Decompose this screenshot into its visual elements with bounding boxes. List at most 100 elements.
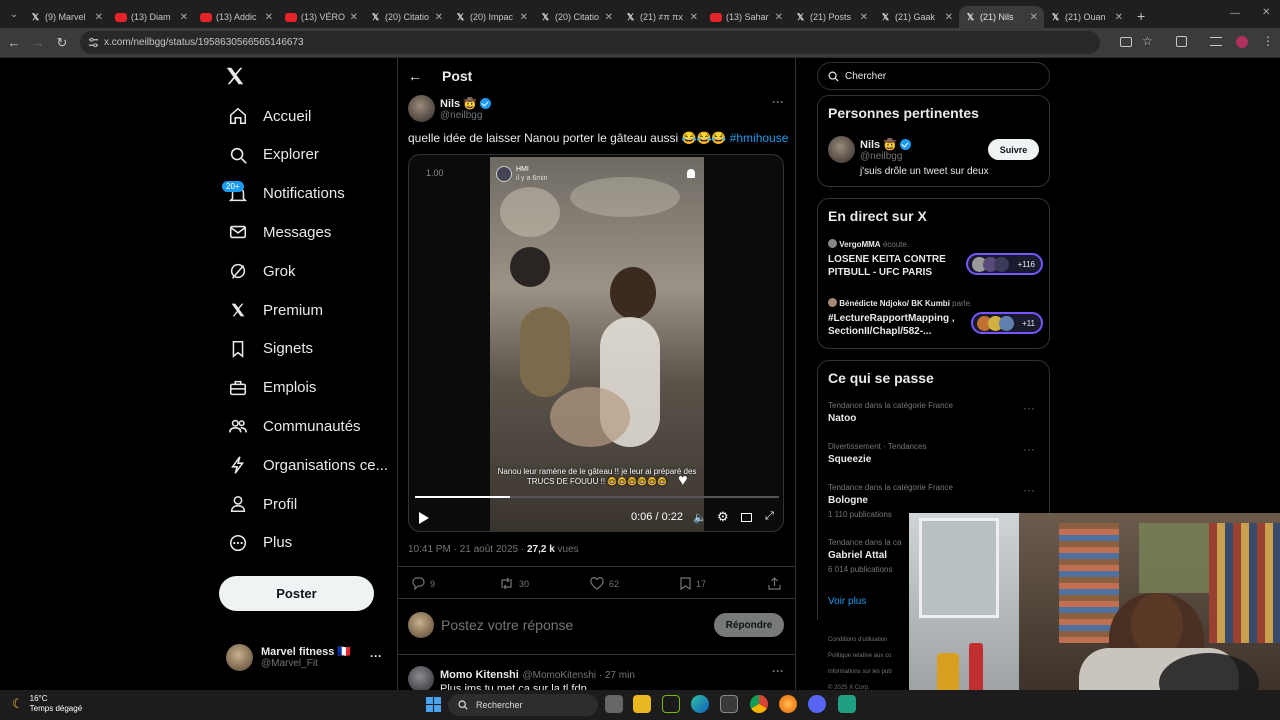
- x-logo-icon[interactable]: [224, 65, 246, 87]
- live-item[interactable]: Bénédicte Ndjoko/ BK Kumbi parle. #Lectu…: [828, 298, 1043, 338]
- browser-tab[interactable]: 𝕏 (20) Citatio ✕: [364, 6, 449, 28]
- browser-tab[interactable]: (13) Addic ✕: [194, 6, 279, 28]
- more-options-icon[interactable]: ···: [772, 664, 784, 678]
- footer-link[interactable]: Conditions d'utilisation: [828, 632, 918, 648]
- browser-tab[interactable]: 𝕏 (21) ≠π πx ✕: [619, 6, 704, 28]
- more-icon[interactable]: ···: [370, 649, 382, 663]
- live-item[interactable]: VergoMMA écoute. LOSENE KEITA CONTRE PIT…: [828, 239, 1043, 279]
- store-icon[interactable]: [720, 695, 738, 713]
- nav-item-accueil[interactable]: Accueil: [219, 98, 311, 134]
- back-button[interactable]: ←: [2, 35, 26, 50]
- back-arrow-icon[interactable]: ←: [408, 68, 422, 84]
- nav-item-messages[interactable]: Messages: [219, 214, 331, 250]
- nav-item-emplois[interactable]: Emplois: [219, 370, 316, 406]
- close-tab-icon[interactable]: ✕: [180, 12, 188, 23]
- window-minimize-button[interactable]: —: [1230, 8, 1240, 19]
- follow-button[interactable]: Suivre: [988, 139, 1039, 160]
- share-action[interactable]: [768, 577, 781, 590]
- nav-item-communautés[interactable]: Communautés: [219, 408, 361, 444]
- new-tab-button[interactable]: +: [1137, 8, 1145, 24]
- reply-input[interactable]: Postez votre réponse: [441, 617, 573, 633]
- settings-gear-icon[interactable]: ⚙: [717, 509, 729, 525]
- file-explorer-icon[interactable]: [633, 695, 651, 713]
- nav-item-signets[interactable]: Signets: [219, 331, 313, 367]
- avatar[interactable]: [828, 136, 855, 163]
- person-handle[interactable]: @neilbgg: [860, 151, 989, 162]
- close-tab-icon[interactable]: ✕: [860, 12, 868, 23]
- fullscreen-icon[interactable]: ⤢: [765, 510, 774, 523]
- footer-link[interactable]: informations sur les pub: [828, 664, 918, 680]
- firefox-icon[interactable]: [779, 695, 797, 713]
- close-tab-icon[interactable]: ✕: [945, 12, 953, 23]
- profile-avatar[interactable]: [1236, 36, 1248, 48]
- reply-button[interactable]: Répondre: [714, 613, 784, 637]
- nav-item-profil[interactable]: Profil: [219, 486, 297, 522]
- close-tab-icon[interactable]: ✕: [265, 12, 273, 23]
- close-tab-icon[interactable]: ✕: [435, 12, 443, 23]
- close-tab-icon[interactable]: ✕: [605, 12, 613, 23]
- browser-tab[interactable]: (13) Sahar ✕: [704, 6, 789, 28]
- browser-tab[interactable]: 𝕏 (21) Gaak ✕: [874, 6, 959, 28]
- nvidia-icon[interactable]: [662, 695, 680, 713]
- install-icon[interactable]: [1120, 37, 1132, 47]
- menu-kebab-icon[interactable]: ⋮: [1262, 34, 1274, 48]
- close-tab-icon[interactable]: ✕: [690, 12, 698, 23]
- chrome-icon[interactable]: [750, 695, 768, 713]
- browser-tab[interactable]: (13) VÉRO ✕: [279, 6, 364, 28]
- more-options-icon[interactable]: ···: [1023, 483, 1035, 497]
- picture-in-picture-icon[interactable]: [741, 513, 752, 522]
- reading-list-icon[interactable]: [1210, 37, 1222, 46]
- browser-tab[interactable]: 𝕏 (21) Posts ✕: [789, 6, 874, 28]
- reply-author-handle[interactable]: @MomoKitenshi · 27 min: [522, 670, 634, 681]
- like-action[interactable]: 62: [590, 577, 619, 590]
- author-name[interactable]: Nils 🤠: [440, 98, 477, 110]
- close-tab-icon[interactable]: ✕: [775, 12, 783, 23]
- reload-button[interactable]: ↻: [50, 35, 74, 51]
- discord-icon[interactable]: [808, 695, 826, 713]
- browser-tab[interactable]: 𝕏 (20) Impac ✕: [449, 6, 534, 28]
- taskbar-search[interactable]: Rechercher: [448, 694, 598, 716]
- author-handle[interactable]: @neilbgg: [440, 110, 491, 121]
- reply-action[interactable]: 9: [411, 577, 435, 590]
- video-player[interactable]: 1.00 HMI il y a 6min Nanou leur ramène d…: [408, 154, 784, 532]
- site-info-icon[interactable]: [88, 37, 99, 48]
- bookmark-star-icon[interactable]: ☆: [1142, 34, 1153, 48]
- browser-tab[interactable]: 𝕏 (9) Marvel ✕: [24, 6, 109, 28]
- tab-list-button[interactable]: ⌄: [4, 9, 24, 20]
- close-tab-icon[interactable]: ✕: [1115, 12, 1123, 23]
- close-tab-icon[interactable]: ✕: [350, 12, 358, 23]
- bookmark-action[interactable]: 17: [680, 577, 706, 590]
- start-windows-icon[interactable]: [426, 697, 441, 712]
- nav-item-plus[interactable]: Plus: [219, 525, 292, 561]
- task-view-icon[interactable]: [605, 695, 623, 713]
- avatar[interactable]: [408, 95, 435, 122]
- app-icon[interactable]: [838, 695, 856, 713]
- close-tab-icon[interactable]: ✕: [95, 12, 103, 23]
- nav-item-explorer[interactable]: Explorer: [219, 137, 319, 173]
- post-button[interactable]: Poster: [219, 576, 374, 611]
- address-bar[interactable]: x.com/neilbgg/status/1958630566565146673: [80, 31, 1100, 54]
- edge-icon[interactable]: [691, 695, 709, 713]
- footer-link[interactable]: Politique relative aux co: [828, 648, 918, 664]
- play-icon[interactable]: [419, 512, 429, 524]
- browser-tab[interactable]: 𝕏 (21) Nils ✕: [959, 6, 1044, 28]
- account-switcher[interactable]: Marvel fitness 🇫🇷 @Marvel_Fit ···: [226, 644, 386, 674]
- more-options-icon[interactable]: ···: [772, 95, 784, 109]
- forward-button[interactable]: →: [26, 35, 50, 50]
- search-input[interactable]: Chercher: [817, 62, 1050, 90]
- window-close-button[interactable]: ✕: [1262, 7, 1270, 18]
- browser-tab[interactable]: 𝕏 (20) Citatio ✕: [534, 6, 619, 28]
- close-tab-icon[interactable]: ✕: [520, 12, 528, 23]
- close-tab-icon[interactable]: ✕: [1030, 12, 1038, 23]
- see-more-link[interactable]: Voir plus: [828, 596, 866, 607]
- reply-author-name[interactable]: Momo Kitenshi: [440, 669, 519, 681]
- browser-tab[interactable]: (13) Diam ✕: [109, 6, 194, 28]
- trend-item[interactable]: Divertissement · Tendances Squeezie ···: [828, 442, 1041, 465]
- extensions-icon[interactable]: [1176, 36, 1187, 47]
- repost-action[interactable]: 30: [499, 577, 529, 590]
- more-options-icon[interactable]: ···: [1023, 401, 1035, 415]
- video-frame[interactable]: HMI il y a 6min Nanou leur ramène de le …: [490, 157, 704, 531]
- trend-item[interactable]: Tendance dans la catégorie France Natoo ··…: [828, 401, 1041, 424]
- post-timestamp[interactable]: 10:41 PM · 21 août 2025 ·: [408, 544, 527, 555]
- volume-icon[interactable]: 🔈: [693, 511, 707, 524]
